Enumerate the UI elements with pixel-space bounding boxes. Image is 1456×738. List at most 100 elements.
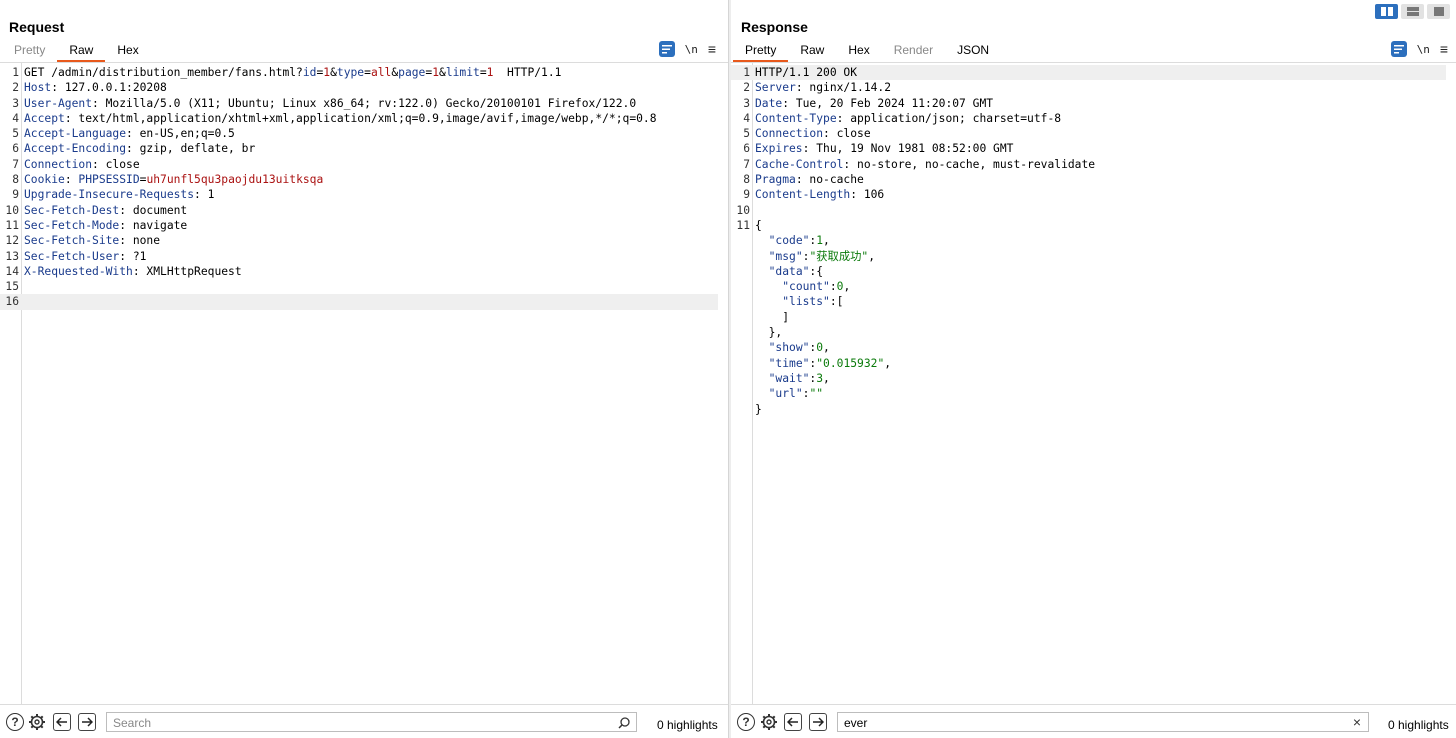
search-input[interactable]	[844, 716, 1362, 730]
code-line: 4 Accept: text/html,application/xhtml+xml…	[0, 111, 718, 126]
tab-json[interactable]: JSON	[945, 40, 1001, 62]
gear-icon[interactable]	[760, 713, 778, 731]
line-number: 13	[5, 249, 19, 263]
line-number: 15	[5, 280, 19, 294]
line-text: GET /admin/distribution_member/fans.html…	[24, 66, 562, 79]
line-number: 16	[5, 295, 19, 309]
line-text: }	[755, 402, 762, 416]
code-line: 3 Date: Tue, 20 Feb 2024 11:20:07 GMT	[731, 96, 1446, 111]
line-text: Connection: close	[755, 127, 871, 141]
tab-hex[interactable]: Hex	[105, 40, 150, 62]
code-line: 3 User-Agent: Mozilla/5.0 (X11; Ubuntu; L…	[0, 96, 718, 111]
code-line: 5 Connection: close	[731, 126, 1446, 141]
tab-render[interactable]: Render	[882, 40, 945, 62]
help-icon[interactable]: ?	[737, 713, 755, 731]
code-line: 1 GET /admin/distribution_member/fans.htm…	[0, 65, 718, 80]
request-search-bar: ? 0 highlights	[0, 704, 728, 738]
layout-stacked-button[interactable]	[1401, 4, 1424, 19]
line-text: Accept: text/html,application/xhtml+xml,…	[24, 111, 657, 125]
code-line: 7 Connection: close	[0, 157, 718, 172]
line-text: "time":"0.015932",	[768, 356, 892, 370]
menu-icon[interactable]: ≡	[1440, 42, 1448, 56]
code-line: "time":"0.015932",	[731, 356, 1446, 371]
arrow-right-icon[interactable]	[78, 713, 96, 731]
tab-pretty[interactable]: Pretty	[2, 40, 57, 62]
response-search-box[interactable]: ×	[837, 712, 1369, 732]
line-text: Cache-Control: no-store, no-cache, must-…	[755, 157, 1096, 171]
line-text: "msg":"获取成功",	[768, 249, 876, 263]
show-newlines-button[interactable]: \n	[685, 43, 698, 56]
layout-switcher	[1375, 4, 1450, 19]
clear-icon[interactable]: ×	[1353, 714, 1361, 730]
search-input[interactable]	[113, 716, 630, 730]
response-search-bar: ? × 0 highlights	[731, 704, 1456, 738]
highlights-count: 0 highlights	[1388, 718, 1449, 732]
line-text: Accept-Language: en-US,en;q=0.5	[24, 127, 235, 141]
code-line: "lists":[	[731, 294, 1446, 309]
word-wrap-button[interactable]	[1390, 41, 1407, 57]
line-number: 12	[5, 234, 19, 248]
line-text: X-Requested-With: XMLHttpRequest	[24, 264, 242, 278]
show-newlines-button[interactable]: \n	[1417, 43, 1430, 56]
line-text: Sec-Fetch-User: ?1	[24, 249, 147, 263]
line-number: 2	[12, 81, 19, 95]
tab-raw[interactable]: Raw	[788, 40, 836, 62]
code-line: 11 {	[731, 218, 1446, 233]
layout-side-by-side-button[interactable]	[1375, 4, 1398, 19]
line-number: 3	[743, 96, 750, 110]
menu-icon[interactable]: ≡	[708, 42, 716, 56]
layout-tabs-button[interactable]	[1427, 4, 1450, 19]
search-icon	[618, 717, 630, 729]
line-text: "show":0,	[768, 341, 830, 355]
line-number: 9	[743, 188, 750, 202]
line-text: Sec-Fetch-Mode: navigate	[24, 218, 188, 232]
request-pane: Request Pretty Raw Hex \n ≡ 1 GET /admin/di…	[0, 0, 728, 738]
code-line: 2 Host: 127.0.0.1:20208	[0, 80, 718, 95]
line-number: 1	[12, 66, 19, 79]
code-line: 11 Sec-Fetch-Mode: navigate	[0, 218, 718, 233]
code-line: "count":0,	[731, 279, 1446, 294]
line-number: 11	[5, 218, 19, 232]
response-editor[interactable]: 1 HTTP/1.1 200 OK 2 Server: nginx/1.14.2 3 Da…	[731, 62, 1456, 704]
arrow-right-icon[interactable]	[809, 713, 827, 731]
line-number: 7	[743, 157, 750, 171]
highlights-count: 0 highlights	[657, 718, 718, 732]
code-line: 12 Sec-Fetch-Site: none	[0, 233, 718, 248]
code-line: 15	[0, 279, 718, 294]
line-text: Host: 127.0.0.1:20208	[24, 81, 167, 95]
arrow-left-icon[interactable]	[53, 713, 71, 731]
request-search-box[interactable]	[106, 712, 637, 732]
tab-pretty[interactable]: Pretty	[733, 40, 789, 62]
line-number: 5	[743, 127, 750, 141]
response-pane: Response Pretty Raw Hex Render JSON \n ≡ 1 HT…	[731, 0, 1456, 738]
line-text: HTTP/1.1 200 OK	[755, 66, 858, 79]
line-number: 4	[12, 111, 19, 125]
line-text: Date: Tue, 20 Feb 2024 11:20:07 GMT	[755, 96, 994, 110]
help-icon[interactable]: ?	[6, 713, 24, 731]
word-wrap-button[interactable]	[658, 41, 675, 57]
line-number: 10	[5, 203, 19, 217]
line-text: Sec-Fetch-Dest: document	[24, 203, 188, 217]
tab-raw[interactable]: Raw	[57, 40, 106, 62]
arrow-left-icon[interactable]	[784, 713, 802, 731]
line-text: Content-Length: 106	[755, 188, 885, 202]
line-number: 9	[12, 188, 19, 202]
line-text: {	[755, 218, 762, 232]
gear-icon[interactable]	[28, 713, 46, 731]
code-line: "wait":3,	[731, 371, 1446, 386]
line-number: 6	[12, 142, 19, 156]
rows-icon	[1406, 7, 1419, 16]
line-text: Connection: close	[24, 157, 140, 171]
request-editor[interactable]: 1 GET /admin/distribution_member/fans.htm…	[0, 62, 728, 704]
line-text: Pragma: no-cache	[755, 173, 864, 187]
line-number: 2	[743, 81, 750, 95]
request-tools: \n ≡	[658, 41, 716, 57]
code-line: 8 Cookie: PHPSESSID=uh7unfl5qu3paojdu13ui…	[0, 172, 718, 187]
request-tabs: Pretty Raw Hex	[2, 40, 151, 62]
line-text: Expires: Thu, 19 Nov 1981 08:52:00 GMT	[755, 142, 1014, 156]
line-text: Content-Type: application/json; charset=…	[755, 111, 1062, 125]
code-line: 6 Accept-Encoding: gzip, deflate, br	[0, 141, 718, 156]
line-number: 1	[743, 66, 750, 79]
tab-hex[interactable]: Hex	[836, 40, 881, 62]
code-line: 9 Content-Length: 106	[731, 187, 1446, 202]
